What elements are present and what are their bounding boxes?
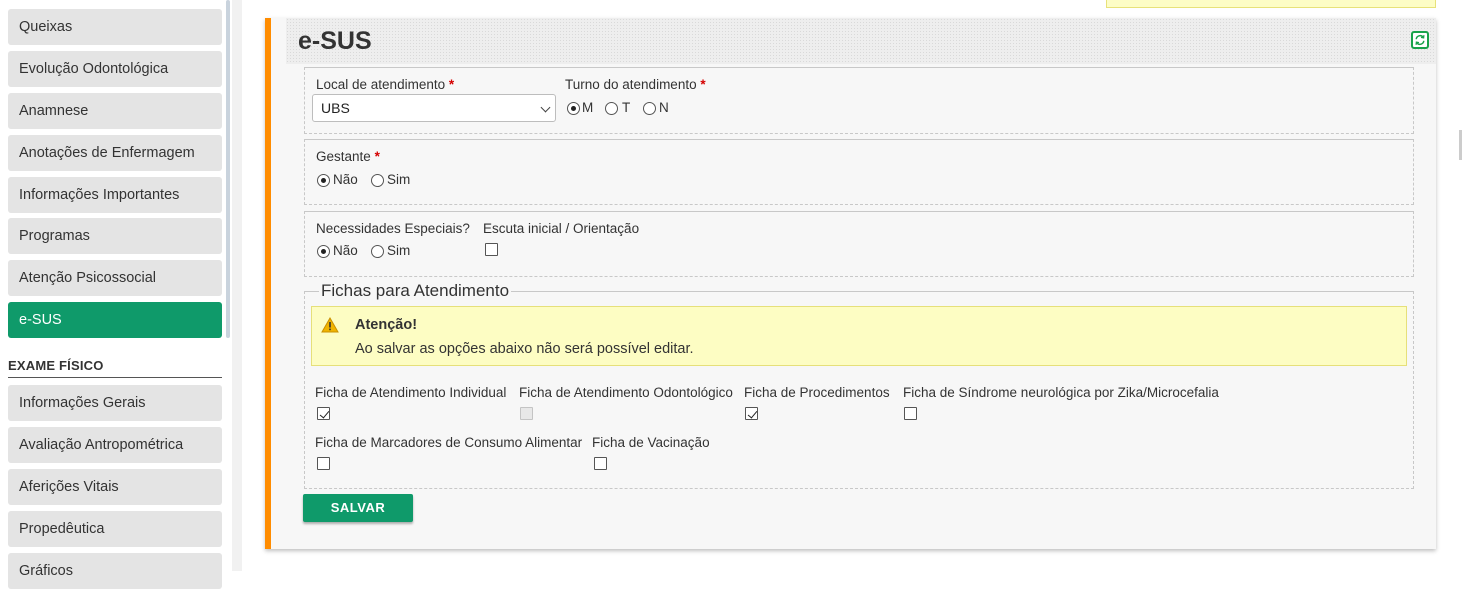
turno-option-n: N xyxy=(659,100,669,115)
sidebar-item-evolucao-odontologica[interactable]: Evolução Odontológica xyxy=(8,51,222,87)
ficha-label-zika: Ficha de Síndrome neurológica por Zika/M… xyxy=(903,385,1219,400)
sidebar: Queixas Evolução Odontológica Anamnese A… xyxy=(0,0,232,589)
gestante-radio-sim[interactable] xyxy=(371,174,384,187)
sidebar-item-atencao-psicossocial[interactable]: Atenção Psicossocial xyxy=(8,260,222,296)
ficha-checkbox-consumo-alimentar[interactable] xyxy=(317,457,330,470)
box-gestante: Gestante * Não Sim xyxy=(304,139,1414,205)
sidebar-item-esus[interactable]: e-SUS xyxy=(8,302,222,338)
turno-radio-n[interactable] xyxy=(643,102,656,115)
ficha-checkbox-vacinacao[interactable] xyxy=(594,457,607,470)
top-alert-edge xyxy=(1106,0,1436,8)
sidebar-item-anamnese[interactable]: Anamnese xyxy=(8,93,222,129)
ficha-checkbox-individual[interactable] xyxy=(317,407,330,420)
warning-icon xyxy=(321,317,339,333)
local-select-value: UBS xyxy=(321,100,350,116)
turno-label: Turno do atendimento * xyxy=(565,77,706,92)
gestante-radio-nao[interactable] xyxy=(317,174,330,187)
ficha-label-consumo-alimentar: Ficha de Marcadores de Consumo Alimentar xyxy=(315,435,583,450)
sidebar-item-informacoes-importantes[interactable]: Informações Importantes xyxy=(8,177,222,213)
alert-title: Atenção! xyxy=(355,317,418,333)
chevron-down-icon xyxy=(540,102,551,113)
sidebar-item-avaliacao-antropometrica[interactable]: Avaliação Antropométrica xyxy=(8,427,222,463)
ficha-label-vacinacao: Ficha de Vacinação xyxy=(592,435,710,450)
local-label: Local de atendimento * xyxy=(316,77,455,92)
gestante-label: Gestante * xyxy=(316,149,380,164)
box-local-turno: Local de atendimento * UBS Turno do aten… xyxy=(304,67,1414,134)
ficha-label-procedimentos: Ficha de Procedimentos xyxy=(744,385,890,400)
alert-text: Ao salvar as opções abaixo não será poss… xyxy=(355,341,694,357)
gestante-option-nao: Não xyxy=(333,172,358,187)
necessidades-option-nao: Não xyxy=(333,243,358,258)
necessidades-radio-sim[interactable] xyxy=(371,245,384,258)
gestante-option-sim: Sim xyxy=(387,172,411,187)
sidebar-item-informacoes-gerais[interactable]: Informações Gerais xyxy=(8,385,222,421)
necessidades-radio-nao[interactable] xyxy=(317,245,330,258)
sidebar-item-queixas[interactable]: Queixas xyxy=(8,9,222,45)
turno-option-m: M xyxy=(582,100,594,115)
alert-box: Atenção! Ao salvar as opções abaixo não … xyxy=(311,306,1407,366)
ficha-checkbox-zika[interactable] xyxy=(904,407,917,420)
sidebar-scrollbar[interactable] xyxy=(226,0,230,338)
esus-panel: e-SUS Local de atendimento * UBS Turno d… xyxy=(265,18,1436,549)
ficha-checkbox-procedimentos[interactable] xyxy=(745,407,758,420)
scroll-track xyxy=(232,0,242,571)
ficha-label-individual: Ficha de Atendimento Individual xyxy=(315,385,507,400)
ficha-checkbox-odontologico[interactable] xyxy=(520,407,533,420)
ficha-label-odontologico: Ficha de Atendimento Odontológico xyxy=(519,385,733,400)
local-select[interactable]: UBS xyxy=(312,94,556,122)
section-title-exame-fisico: EXAME FÍSICO xyxy=(8,358,222,378)
box-necessidades: Necessidades Especiais? Não Sim Escuta i… xyxy=(304,211,1414,277)
turno-radio-t[interactable] xyxy=(605,102,618,115)
panel-header: e-SUS xyxy=(286,18,1436,64)
panel-title: e-SUS xyxy=(298,27,372,55)
sidebar-item-afericoes-vitais[interactable]: Aferições Vitais xyxy=(8,469,222,505)
sidebar-item-graficos[interactable]: Gráficos xyxy=(8,553,222,589)
escuta-checkbox[interactable] xyxy=(485,243,498,256)
escuta-label: Escuta inicial / Orientação xyxy=(483,221,640,236)
refresh-icon[interactable] xyxy=(1411,31,1429,49)
fichas-legend: Fichas para Atendimento xyxy=(319,281,512,301)
sidebar-item-programas[interactable]: Programas xyxy=(8,218,222,254)
save-button[interactable]: SALVAR xyxy=(303,494,413,522)
sidebar-item-propedeutica[interactable]: Propedêutica xyxy=(8,511,222,547)
necessidades-label: Necessidades Especiais? xyxy=(316,221,470,236)
necessidades-option-sim: Sim xyxy=(387,243,411,258)
sidebar-item-anotacoes-enfermagem[interactable]: Anotações de Enfermagem xyxy=(8,135,222,171)
turno-radio-m[interactable] xyxy=(567,102,580,115)
turno-option-t: T xyxy=(622,100,631,115)
